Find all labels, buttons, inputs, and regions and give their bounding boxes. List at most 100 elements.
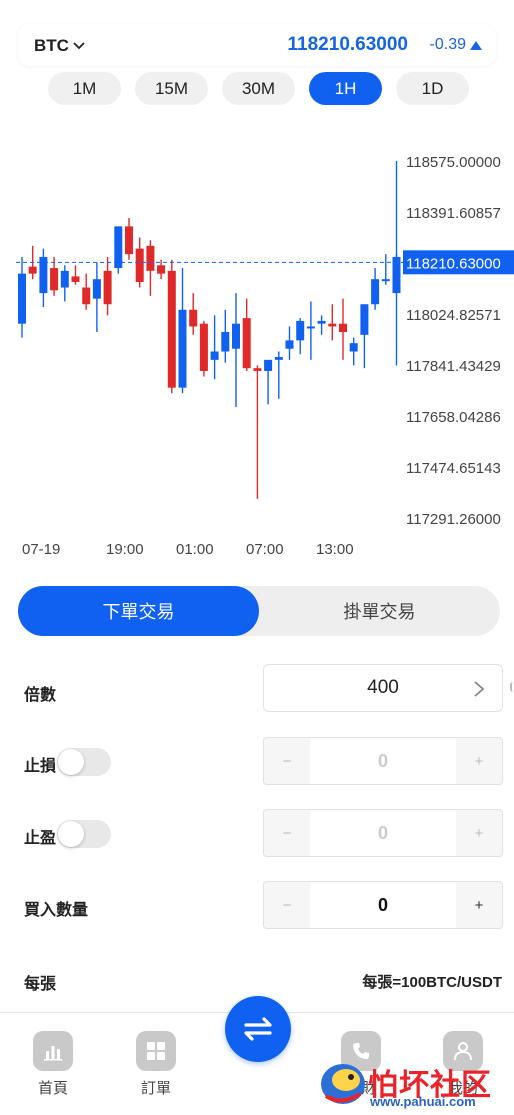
interval-1m[interactable]: 1M <box>48 72 121 105</box>
leverage-row: 倍數 400 <box>0 664 514 714</box>
candle-body <box>371 279 380 305</box>
candle-body <box>135 248 144 282</box>
chevron-right-icon <box>474 681 485 697</box>
nav-home-label: 首頁 <box>37 1080 68 1097</box>
take-profit-row: 止盈 − 0 + <box>0 809 514 859</box>
quantity-stepper: − 0 + <box>263 881 503 929</box>
candle-body <box>381 279 390 282</box>
stop-loss-input[interactable]: 0 <box>310 738 456 784</box>
x-tick-label: 01:00 <box>176 541 214 558</box>
take-profit-toggle[interactable] <box>57 820 111 848</box>
coin-selector[interactable]: BTC <box>34 36 86 56</box>
triangle-up-icon <box>470 40 482 50</box>
candle-body <box>71 276 80 282</box>
interval-15m[interactable]: 15M <box>135 72 208 105</box>
take-profit-minus-button[interactable]: − <box>264 810 310 856</box>
candle-body <box>18 273 26 324</box>
toggle-knob <box>58 749 84 775</box>
current-price-tag-label: 118210.63000 <box>406 255 501 272</box>
candle-body <box>199 323 208 371</box>
toggle-knob <box>58 821 84 847</box>
quantity-plus-button[interactable]: + <box>456 882 502 928</box>
x-tick-label: 07:00 <box>246 541 284 558</box>
candle-body <box>274 357 283 360</box>
candlestick-chart[interactable]: 118575.00000 118391.60857 118024.82571 1178… <box>0 140 514 570</box>
take-profit-stepper: − 0 + <box>263 809 503 857</box>
stop-loss-row: 止損 − 0 + <box>0 737 514 787</box>
interval-30m[interactable]: 30M <box>222 72 295 105</box>
watermark-logo <box>321 1064 365 1104</box>
trade-swap-button[interactable] <box>225 996 291 1062</box>
leverage-value: 400 <box>367 677 399 698</box>
stop-loss-stepper: − 0 + <box>263 737 503 785</box>
quantity-row: 買入數量 − 0 + <box>0 881 514 931</box>
price-change-value: -0.39 <box>429 36 466 53</box>
take-profit-plus-button[interactable]: + <box>456 810 502 856</box>
quantity-label: 買入數量 <box>24 902 89 919</box>
nav-orders-label: 訂單 <box>140 1080 171 1097</box>
candle-body <box>125 226 133 255</box>
candle-body <box>221 332 230 352</box>
candle-body <box>242 318 251 369</box>
per-lot-label: 每張 <box>24 976 57 993</box>
candle-body <box>50 268 59 291</box>
candle-body <box>146 245 155 271</box>
x-tick-label: 13:00 <box>316 541 354 558</box>
y-tick-label: 117291.26000 <box>406 511 501 528</box>
watermark-url: www.pahuai.com <box>370 1094 476 1109</box>
nav-orders[interactable]: 訂單 <box>126 1031 186 1098</box>
current-price: 118210.63000 <box>287 34 408 55</box>
ticker-header: BTC 118210.63000 -0.39 <box>18 24 496 66</box>
chevron-down-icon <box>73 42 85 50</box>
candle-body <box>103 270 112 305</box>
tab-market-order[interactable]: 下單交易 <box>18 586 259 636</box>
stop-loss-plus-button[interactable]: + <box>456 738 502 784</box>
x-tick-label: 19:00 <box>106 541 144 558</box>
quantity-input[interactable]: 0 <box>310 882 456 928</box>
stop-loss-toggle[interactable] <box>57 748 111 776</box>
candle-body <box>210 351 219 360</box>
candle-body <box>114 226 123 269</box>
leverage-label: 倍數 <box>24 687 57 704</box>
candle-body <box>317 320 326 324</box>
trade-type-tabs: 下單交易 掛單交易 <box>18 586 500 636</box>
candle-body <box>82 287 91 305</box>
edge-indicator <box>510 682 514 692</box>
candle-body <box>232 323 240 349</box>
candle-body <box>167 270 176 388</box>
y-tick-label: 118575.00000 <box>406 154 501 171</box>
candle-body <box>253 368 262 371</box>
bar-chart-icon <box>33 1031 73 1071</box>
stop-loss-label: 止損 <box>24 758 57 775</box>
price-change: -0.39 <box>430 36 482 54</box>
interval-1h[interactable]: 1H <box>309 72 382 105</box>
leverage-selector[interactable]: 400 <box>263 664 503 712</box>
interval-1d[interactable]: 1D <box>396 72 469 105</box>
take-profit-input[interactable]: 0 <box>310 810 456 856</box>
stop-loss-minus-button[interactable]: − <box>264 738 310 784</box>
candle-body <box>360 304 369 335</box>
y-tick-label: 117474.65143 <box>406 460 501 477</box>
watermark: 怕坏社区 www.pahuai.com <box>316 1056 512 1112</box>
y-tick-label: 118391.60857 <box>406 205 501 222</box>
y-tick-label: 117658.04286 <box>406 409 501 426</box>
candle-body <box>306 326 315 329</box>
candle-body <box>189 309 198 327</box>
candle-body <box>285 340 294 349</box>
candle-body <box>328 323 337 327</box>
nav-home[interactable]: 首頁 <box>23 1031 83 1098</box>
candle-body <box>178 309 187 388</box>
candle-body <box>339 323 347 333</box>
y-tick-label: 117841.43429 <box>406 358 501 375</box>
per-lot-value: 每張=100BTC/USDT <box>362 974 502 991</box>
candle-body <box>296 320 305 341</box>
candle-body <box>60 270 69 288</box>
interval-selector: 1M 15M 30M 1H 1D <box>48 72 469 105</box>
tab-limit-order[interactable]: 掛單交易 <box>259 586 500 636</box>
chart-canvas: 118575.00000 118391.60857 118024.82571 1178… <box>16 154 514 558</box>
coin-label: BTC <box>34 36 69 55</box>
candle-body <box>92 279 101 299</box>
candle-body <box>264 359 273 371</box>
y-tick-label: 118024.82571 <box>406 307 501 324</box>
quantity-minus-button[interactable]: − <box>264 882 310 928</box>
